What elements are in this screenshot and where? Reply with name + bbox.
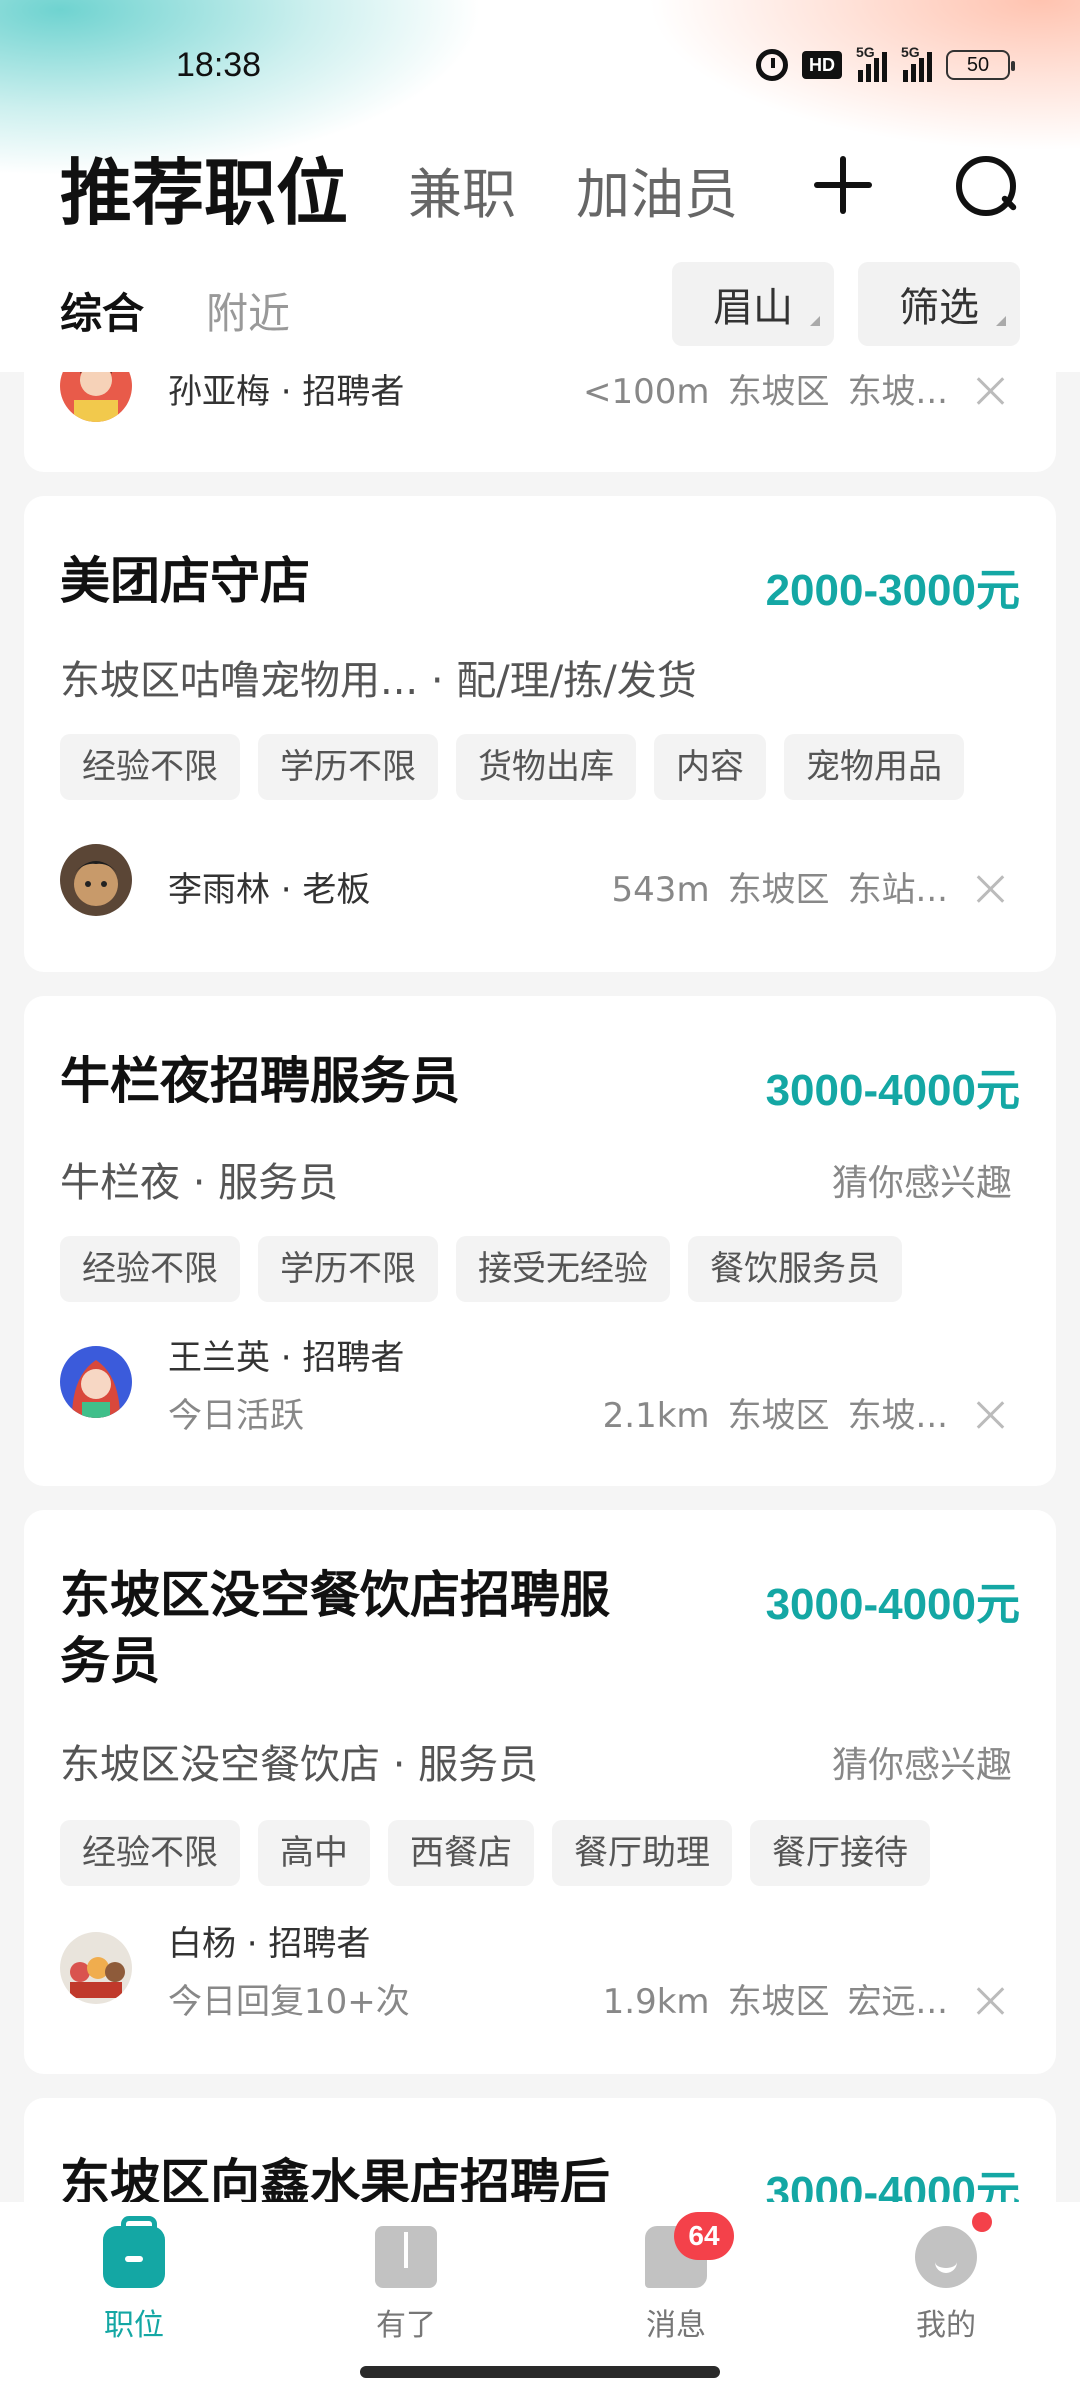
recruiter-name: 李雨林 · 老板 [168,870,371,910]
job-location: 543m 东坡区 东站... [594,862,948,911]
nav-label: 我的 [916,2308,976,2343]
district: 东坡区 [727,1396,830,1436]
network-label: 5G [856,44,875,60]
tab-fuel-attendant[interactable]: 加油员 [576,150,738,229]
battery-icon: 50 [946,50,1015,80]
tag: 货物出库 [456,734,636,800]
status-bar: 18:38 HD 5G 5G 50 [0,40,1080,100]
sort-comprehensive[interactable]: 综合 [60,280,144,341]
tag-list: 经验不限 高中 西餐店 餐厅助理 餐厅接待 [60,1820,930,1886]
distance: 1.9km [602,1982,710,2022]
district: 东坡区 [727,1982,830,2022]
tag: 经验不限 [60,1820,240,1886]
recommend-hint: 猜你感兴趣 [831,1163,1012,1204]
caret-icon [810,316,820,326]
nav-profile[interactable]: 我的 [876,2226,1016,2344]
tag: 餐厅助理 [552,1820,732,1886]
search-icon[interactable] [956,156,1016,216]
job-title-line: 东坡区没空餐饮店招聘服 [60,1566,610,1624]
recruiter-activity: 今日回复10+次 [168,1982,410,2022]
nav-youle[interactable]: 有了 [336,2226,476,2344]
district: 东坡区 [727,870,830,910]
status-time: 18:38 [176,46,262,84]
job-card[interactable]: 牛栏夜招聘服务员 3000-4000元 牛栏夜 · 服务员 猜你感兴趣 经验不限… [24,996,1056,1486]
tag: 接受无经验 [456,1236,670,1302]
close-icon[interactable] [976,376,1006,406]
district: 东坡区 [727,372,830,412]
tag: 餐厅接待 [750,1820,930,1886]
tag-list: 经验不限 学历不限 货物出库 内容 宠物用品 [60,734,964,800]
tag: 高中 [258,1820,370,1886]
company-position: 牛栏夜 · 服务员 [60,1160,339,1206]
header: 18:38 HD 5G 5G 50 推荐职位 兼职 加油员 综合 附近 眉山 筛… [0,0,1080,372]
tab-part-time[interactable]: 兼职 [408,150,516,229]
avatar [60,844,132,916]
job-salary: 3000-4000元 [765,1066,1020,1115]
job-location: 1.9km 东坡区 宏远... [585,1974,948,2023]
job-card[interactable]: 美团店守店 2000-3000元 东坡区咕噜宠物用... · 配/理/拣/发货 … [24,496,1056,972]
recruiter-name: 白杨 · 招聘者 [168,1924,371,1964]
tag: 西餐店 [388,1820,534,1886]
job-title: 美团店守店 [60,552,310,610]
recruiter-activity: 今日活跃 [168,1396,304,1436]
job-location: 2.1km 东坡区 东坡... [585,1388,948,1437]
distance: 2.1km [602,1396,710,1436]
alarm-icon [756,49,788,81]
distance: 543m [611,870,710,910]
company-position: 东坡区咕噜宠物用... · 配/理/拣/发货 [60,658,697,704]
company-position: 东坡区没空餐饮店 · 服务员 [60,1742,539,1788]
signal-5g-icon: 5G [901,44,932,82]
tab-recommended-jobs[interactable]: 推荐职位 [60,134,348,239]
network-label: 5G [901,44,920,60]
city-selector[interactable]: 眉山 [672,262,834,346]
area: 东坡... [847,1396,948,1436]
job-salary: 3000-4000元 [765,1580,1020,1629]
tag: 经验不限 [60,1236,240,1302]
job-salary: 2000-3000元 [765,566,1020,615]
signal-5g-icon: 5G [856,44,887,82]
area: 东坡... [847,372,948,412]
nav-label: 消息 [646,2308,706,2343]
tag: 学历不限 [258,1236,438,1302]
briefcase-icon [103,2216,165,2288]
recommend-hint: 猜你感兴趣 [831,1745,1012,1786]
recruiter-name: 王兰英 · 招聘者 [168,1338,405,1378]
tag: 经验不限 [60,734,240,800]
avatar [60,1346,132,1418]
home-indicator[interactable] [360,2366,720,2378]
sort-nearby[interactable]: 附近 [206,280,290,341]
tag: 学历不限 [258,734,438,800]
tag: 餐饮服务员 [688,1236,902,1302]
tag-list: 经验不限 学历不限 接受无经验 餐饮服务员 [60,1236,902,1302]
distance: <100m [583,372,710,412]
profile-icon [915,2226,977,2288]
job-card[interactable]: 东坡区没空餐饮店招聘服 务员 3000-4000元 东坡区没空餐饮店 · 服务员… [24,1510,1056,2074]
nav-jobs[interactable]: 职位 [64,2216,204,2344]
close-icon[interactable] [976,874,1006,904]
job-title: 东坡区没空餐饮店招聘服 务员 [60,1562,610,1694]
top-nav: 推荐职位 兼职 加油员 [0,128,1080,235]
filter-button[interactable]: 筛选 [858,262,1020,346]
tag: 宠物用品 [784,734,964,800]
close-icon[interactable] [976,1986,1006,2016]
plus-icon[interactable] [814,156,872,214]
city-label: 眉山 [713,285,793,331]
area: 东站... [847,870,948,910]
message-badge: 64 [674,2212,734,2260]
filter-bar: 综合 附近 眉山 筛选 [0,262,1080,352]
tag: 内容 [654,734,766,800]
book-icon [375,2226,437,2288]
nav-label: 职位 [104,2308,164,2343]
area: 宏远... [847,1982,948,2022]
hd-icon: HD [802,51,842,79]
job-title-line: 务员 [60,1632,160,1690]
status-icons: HD 5G 5G 50 [756,44,1015,82]
avatar [60,1932,132,2004]
notification-dot [972,2212,992,2232]
close-icon[interactable] [976,1400,1006,1430]
caret-icon [996,316,1006,326]
filter-label: 筛选 [899,285,979,331]
job-title: 牛栏夜招聘服务员 [60,1052,460,1110]
nav-label: 有了 [376,2308,436,2343]
